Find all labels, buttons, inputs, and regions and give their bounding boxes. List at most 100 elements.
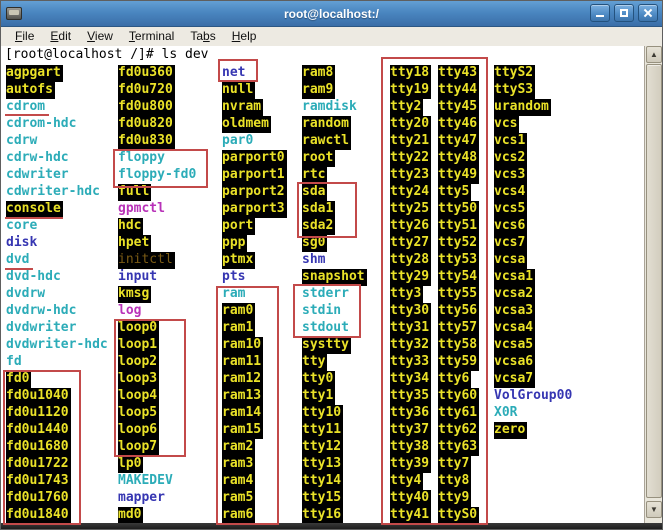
ls-entry-ram13: ram13 (222, 388, 264, 405)
ls-entry-ram4: ram4 (222, 473, 256, 490)
ls-entry-lp0: lp0 (118, 456, 144, 473)
ls-entry-ram6: ram6 (222, 507, 256, 524)
ls-entry-loop0: loop0 (118, 320, 160, 337)
ls-entry-null: null (222, 82, 256, 99)
ls-entry-par0: par0 (222, 133, 254, 148)
menu-item-edit[interactable]: Edit (42, 28, 79, 45)
menu-item-file[interactable]: File (7, 28, 42, 45)
ls-entry-disk: disk (6, 235, 38, 250)
ls-entry-fd0u800: fd0u800 (118, 99, 175, 116)
menu-item-terminal[interactable]: Terminal (121, 28, 182, 45)
ls-entry-full: full (118, 184, 152, 201)
ls-entry-gpmctl: gpmctl (118, 201, 165, 216)
ls-entry-nvram: nvram (222, 99, 264, 116)
minimize-button[interactable] (590, 4, 610, 22)
minimize-icon (596, 15, 604, 17)
ls-entry-tty10: tty10 (302, 405, 344, 422)
ls-entry-tty57: tty57 (438, 320, 480, 337)
ls-entry-loop7: loop7 (118, 439, 160, 456)
ls-entry-dvdwriter-hdc: dvdwriter-hdc (6, 337, 108, 352)
ls-entry-tty53: tty53 (438, 252, 480, 269)
ls-entry-dvdrw-hdc: dvdrw-hdc (6, 303, 77, 318)
ls-entry-vcsa3: vcsa3 (494, 303, 536, 320)
ls-entry-cdwriter-hdc: cdwriter-hdc (6, 184, 100, 199)
ls-entry-loop3: loop3 (118, 371, 160, 388)
ls-entry-dvd: dvd (6, 252, 30, 267)
ls-entry-mapper: mapper (118, 490, 165, 505)
ls-entry-fd0u1743: fd0u1743 (6, 473, 71, 490)
ls-entry-dvdwriter: dvdwriter (6, 320, 77, 335)
scrollbar-thumb[interactable] (646, 64, 662, 498)
ls-entry-vcs6: vcs6 (494, 218, 528, 235)
ls-entry-tty3: tty3 (390, 286, 424, 303)
scrollbar-up-icon[interactable]: ▲ (646, 46, 662, 63)
ls-entry-fd: fd (6, 354, 22, 369)
ls-entry-stderr: stderr (302, 286, 349, 301)
ls-entry-tty31: tty31 (390, 320, 432, 337)
ls-entry-tty63: tty63 (438, 439, 480, 456)
ls-entry-oldmem: oldmem (222, 116, 271, 133)
ls-entry-tty24: tty24 (390, 184, 432, 201)
ls-entry-tty21: tty21 (390, 133, 432, 150)
ls-entry-tty: tty (302, 354, 328, 371)
ls-entry-log: log (118, 303, 142, 318)
ls-entry-sda: sda (302, 184, 328, 201)
ls-entry-tty51: tty51 (438, 218, 480, 235)
ls-entry-tty26: tty26 (390, 218, 432, 235)
ls-entry-vcs1: vcs1 (494, 133, 528, 150)
ls-entry-tty32: tty32 (390, 337, 432, 354)
close-button[interactable] (638, 4, 658, 22)
ls-entry-cdrw: cdrw (6, 133, 38, 148)
scrollbar-down-icon[interactable]: ▼ (646, 501, 662, 518)
ls-entry-tty29: tty29 (390, 269, 432, 286)
ls-entry-tty20: tty20 (390, 116, 432, 133)
ls-entry-tty46: tty46 (438, 116, 480, 133)
maximize-button[interactable] (614, 4, 634, 22)
ls-entry-stdin: stdin (302, 303, 342, 318)
ls-entry-net: net (222, 65, 246, 80)
ls-entry-vcs3: vcs3 (494, 167, 528, 184)
ls-entry-tty4: tty4 (390, 473, 424, 490)
ls-entry-floppy-fd0: floppy-fd0 (118, 167, 197, 182)
ls-entry-tty38: tty38 (390, 439, 432, 456)
terminal-app-icon[interactable] (6, 7, 22, 20)
ls-entry-ram8: ram8 (302, 65, 336, 82)
ls-entry-vcsa1: vcsa1 (494, 269, 536, 286)
ls-entry-vcsa6: vcsa6 (494, 354, 536, 371)
ls-entry-urandom: urandom (494, 99, 551, 116)
menu-item-help[interactable]: Help (224, 28, 265, 45)
ls-entry-tty33: tty33 (390, 354, 432, 371)
ls-entry-tty50: tty50 (438, 201, 480, 218)
ls-entry-tty0: tty0 (302, 371, 336, 388)
ls-entry-md0: md0 (118, 507, 144, 524)
scrollbar[interactable]: ▲ ▼ (644, 46, 662, 524)
ls-entry-tty12: tty12 (302, 439, 344, 456)
ls-entry-parport1: parport1 (222, 167, 287, 184)
ls-entry-fd0u1760: fd0u1760 (6, 490, 71, 507)
titlebar[interactable]: root@localhost:/ (1, 1, 662, 27)
ls-entry-cdwriter: cdwriter (6, 167, 69, 182)
ls-entry-tty15: tty15 (302, 490, 344, 507)
ls-entry-tty2: tty2 (390, 99, 424, 116)
terminal-output[interactable]: [root@localhost /]# ls dev agpgart autofs… (1, 46, 644, 524)
ls-entry-ram2: ram2 (222, 439, 256, 456)
ls-entry-zero: zero (494, 422, 528, 439)
terminal-window: root@localhost:/ File Edit View Terminal Tab… (0, 0, 663, 530)
ls-entry-vcs7: vcs7 (494, 235, 528, 252)
ls-entry-tty40: tty40 (390, 490, 432, 507)
ls-entry-tty22: tty22 (390, 150, 432, 167)
ls-entry-input: input (118, 269, 158, 284)
ls-entry-snapshot: snapshot (302, 269, 367, 286)
window-title: root@localhost:/ (283, 6, 380, 21)
ls-entry-ram15: ram15 (222, 422, 264, 439)
ls-entry-stdout: stdout (302, 320, 349, 335)
ls-entry-tty62: tty62 (438, 422, 480, 439)
ls-entry-fd0u1440: fd0u1440 (6, 422, 71, 439)
ls-entry-tty49: tty49 (438, 167, 480, 184)
ls-entry-tty54: tty54 (438, 269, 480, 286)
menu-item-view[interactable]: View (79, 28, 121, 45)
ls-entry-tty9: tty9 (438, 490, 472, 507)
menu-item-tabs[interactable]: Tabs (182, 28, 223, 45)
ls-entry-ram12: ram12 (222, 371, 264, 388)
ls-entry-loop1: loop1 (118, 337, 160, 354)
